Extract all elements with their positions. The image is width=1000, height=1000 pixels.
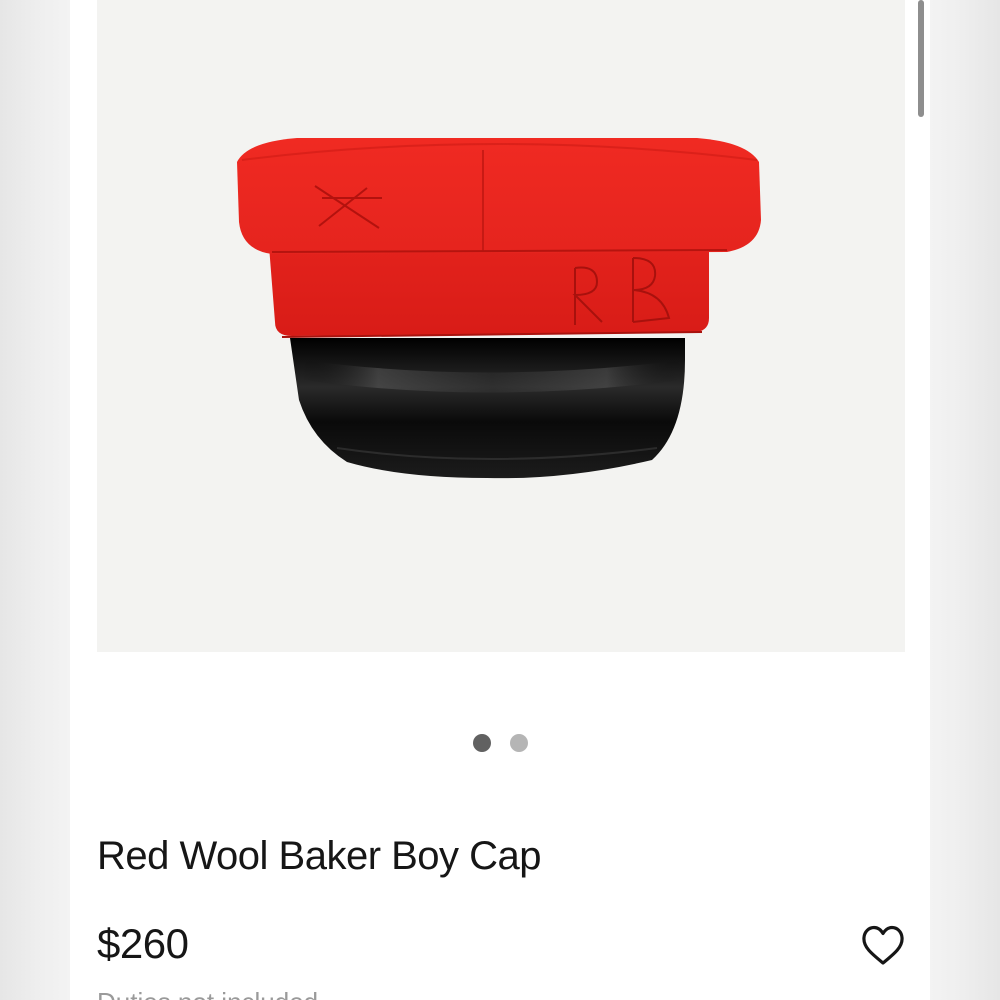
- product-image[interactable]: [97, 0, 905, 652]
- product-price: $260: [97, 920, 189, 967]
- wishlist-button[interactable]: [860, 924, 906, 968]
- carousel-dot-2[interactable]: [510, 734, 528, 752]
- cap-illustration: [237, 138, 761, 479]
- carousel-indicators: [473, 734, 528, 752]
- background-left: [0, 0, 70, 1000]
- product-page: Red Wool Baker Boy Cap $260 Duties not i…: [70, 0, 930, 1000]
- carousel-dot-1[interactable]: [473, 734, 491, 752]
- background-right: [930, 0, 1000, 1000]
- cap-crown: [237, 138, 761, 254]
- scrollbar-thumb[interactable]: [918, 0, 924, 117]
- cap-visor: [290, 338, 685, 479]
- product-title: Red Wool Baker Boy Cap: [97, 834, 542, 878]
- heart-outline-icon: [862, 925, 904, 965]
- duties-note: Duties not included: [97, 987, 318, 1000]
